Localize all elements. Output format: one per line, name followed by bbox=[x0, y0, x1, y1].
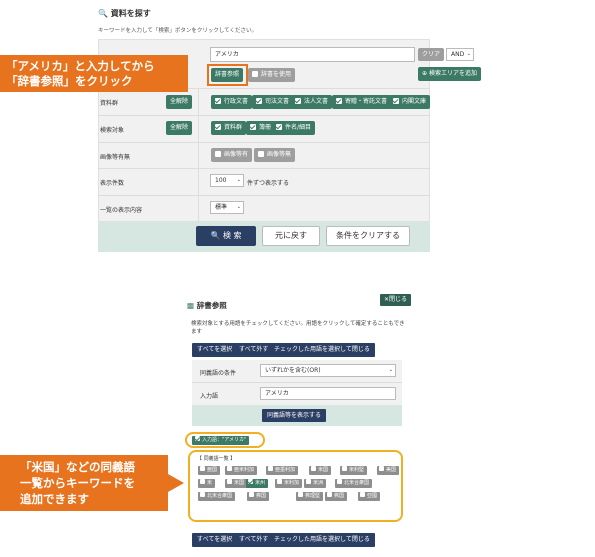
search-icon: 🔍 bbox=[210, 231, 221, 240]
select-all-button-bottom[interactable]: すべてを選択 bbox=[192, 533, 238, 547]
checkbox-icon bbox=[336, 97, 342, 104]
callout-arrow bbox=[168, 474, 184, 492]
history-button[interactable]: 辞書を使用 bbox=[248, 68, 296, 82]
checkbox-icon bbox=[276, 123, 282, 130]
checkbox-icon bbox=[215, 123, 221, 130]
add-area-button[interactable]: ⊕ 検索エリアを追加 bbox=[418, 67, 481, 81]
checkbox-icon bbox=[215, 97, 221, 104]
search-button[interactable]: 🔍 検 索 bbox=[196, 226, 256, 246]
keyword-input[interactable]: アメリカ bbox=[210, 47, 415, 62]
chevron-down-icon: ⌄ bbox=[236, 204, 241, 210]
highlight-input-word bbox=[185, 432, 265, 448]
collection-checkbox-0[interactable]: 行政文書 bbox=[211, 95, 253, 109]
collection-clear-button[interactable]: 全解除 bbox=[166, 95, 193, 109]
highlight-synonyms bbox=[188, 450, 403, 522]
chevron-down-icon: ⌄ bbox=[388, 367, 393, 373]
bottom-callout: 「米国」などの同義語 一覧からキーワードを 追加できます bbox=[0, 455, 168, 511]
deselect-all-button-bottom[interactable]: すべて外す bbox=[234, 533, 274, 547]
operator-select[interactable]: AND ⌄ bbox=[446, 48, 474, 61]
target-checkbox-2[interactable]: 件名/細目 bbox=[272, 121, 316, 135]
top-callout: 「アメリカ」と入力してから 「辞書参照」をクリック bbox=[0, 55, 188, 92]
deselect-all-button[interactable]: すべて外す bbox=[234, 343, 274, 357]
condition-label: 同義語の条件 bbox=[200, 370, 237, 377]
close-button[interactable]: ✕閉じる bbox=[380, 294, 412, 306]
checkbox-icon bbox=[393, 97, 399, 104]
dict-input[interactable]: アメリカ bbox=[260, 387, 396, 400]
checkbox-icon bbox=[252, 70, 258, 77]
condition-select[interactable]: いずれかを含む(OR) ⌄ bbox=[260, 364, 396, 377]
select-all-button[interactable]: すべてを選択 bbox=[192, 343, 238, 357]
checkbox-icon bbox=[215, 150, 221, 157]
checkbox-icon bbox=[295, 97, 301, 104]
panel-title: 資料を探す bbox=[110, 9, 151, 18]
image-checkbox-1[interactable]: 画像等無 bbox=[254, 148, 296, 162]
count-suffix: 件ずつ表示する bbox=[247, 180, 290, 187]
target-checkbox-0[interactable]: 資料群 bbox=[211, 121, 247, 135]
chevron-down-icon: ⌄ bbox=[236, 177, 241, 183]
panel-instruction: キーワードを入力して「検索」ボタンをクリックしてください。 bbox=[98, 28, 258, 34]
checkbox-icon bbox=[256, 97, 262, 104]
clear-button[interactable]: クリア bbox=[418, 48, 445, 61]
display-select[interactable]: 標準 ⌄ bbox=[210, 201, 244, 214]
image-label: 画像等有無 bbox=[100, 154, 131, 161]
apply-checked-button-bottom[interactable]: チェックした用語を選択して閉じる bbox=[269, 533, 375, 547]
target-clear-button[interactable]: 全解除 bbox=[166, 121, 193, 135]
collection-checkbox-3[interactable]: 寄贈・寄託文書 bbox=[332, 95, 392, 109]
book-icon: ▩ bbox=[187, 301, 195, 310]
display-label: 一覧の表示内容 bbox=[100, 207, 143, 214]
count-select[interactable]: 100 ⌄ bbox=[210, 174, 244, 187]
collection-checkbox-2[interactable]: 法人文書 bbox=[291, 95, 333, 109]
chevron-down-icon: ⌄ bbox=[466, 51, 471, 57]
dict-title: 辞書参照 bbox=[196, 301, 227, 310]
count-label: 表示件数 bbox=[100, 180, 125, 187]
show-synonyms-button[interactable]: 同義語等を表示する bbox=[262, 409, 327, 422]
apply-checked-button[interactable]: チェックした用語を選択して閉じる bbox=[269, 343, 375, 357]
target-checkbox-1[interactable]: 簿冊 bbox=[246, 121, 276, 135]
search-icon: 🔍 bbox=[98, 9, 108, 18]
checkbox-icon bbox=[258, 150, 264, 157]
highlight-dictionary-button bbox=[207, 64, 248, 86]
input-label: 入力語 bbox=[200, 393, 219, 400]
dict-instruction: 検索対象とする用語をチェックしてください。用語をクリックして確定することもできま… bbox=[191, 321, 405, 335]
checkbox-icon bbox=[250, 123, 256, 130]
collection-checkbox-1[interactable]: 司法文書 bbox=[252, 95, 294, 109]
collection-checkbox-4[interactable]: 内閣文庫 bbox=[389, 95, 431, 109]
image-checkbox-0[interactable]: 画像等有 bbox=[211, 148, 253, 162]
back-button[interactable]: 元に戻す bbox=[262, 226, 320, 246]
plus-circle-icon: ⊕ bbox=[422, 70, 428, 77]
reset-button[interactable]: 条件をクリアする bbox=[326, 226, 410, 246]
